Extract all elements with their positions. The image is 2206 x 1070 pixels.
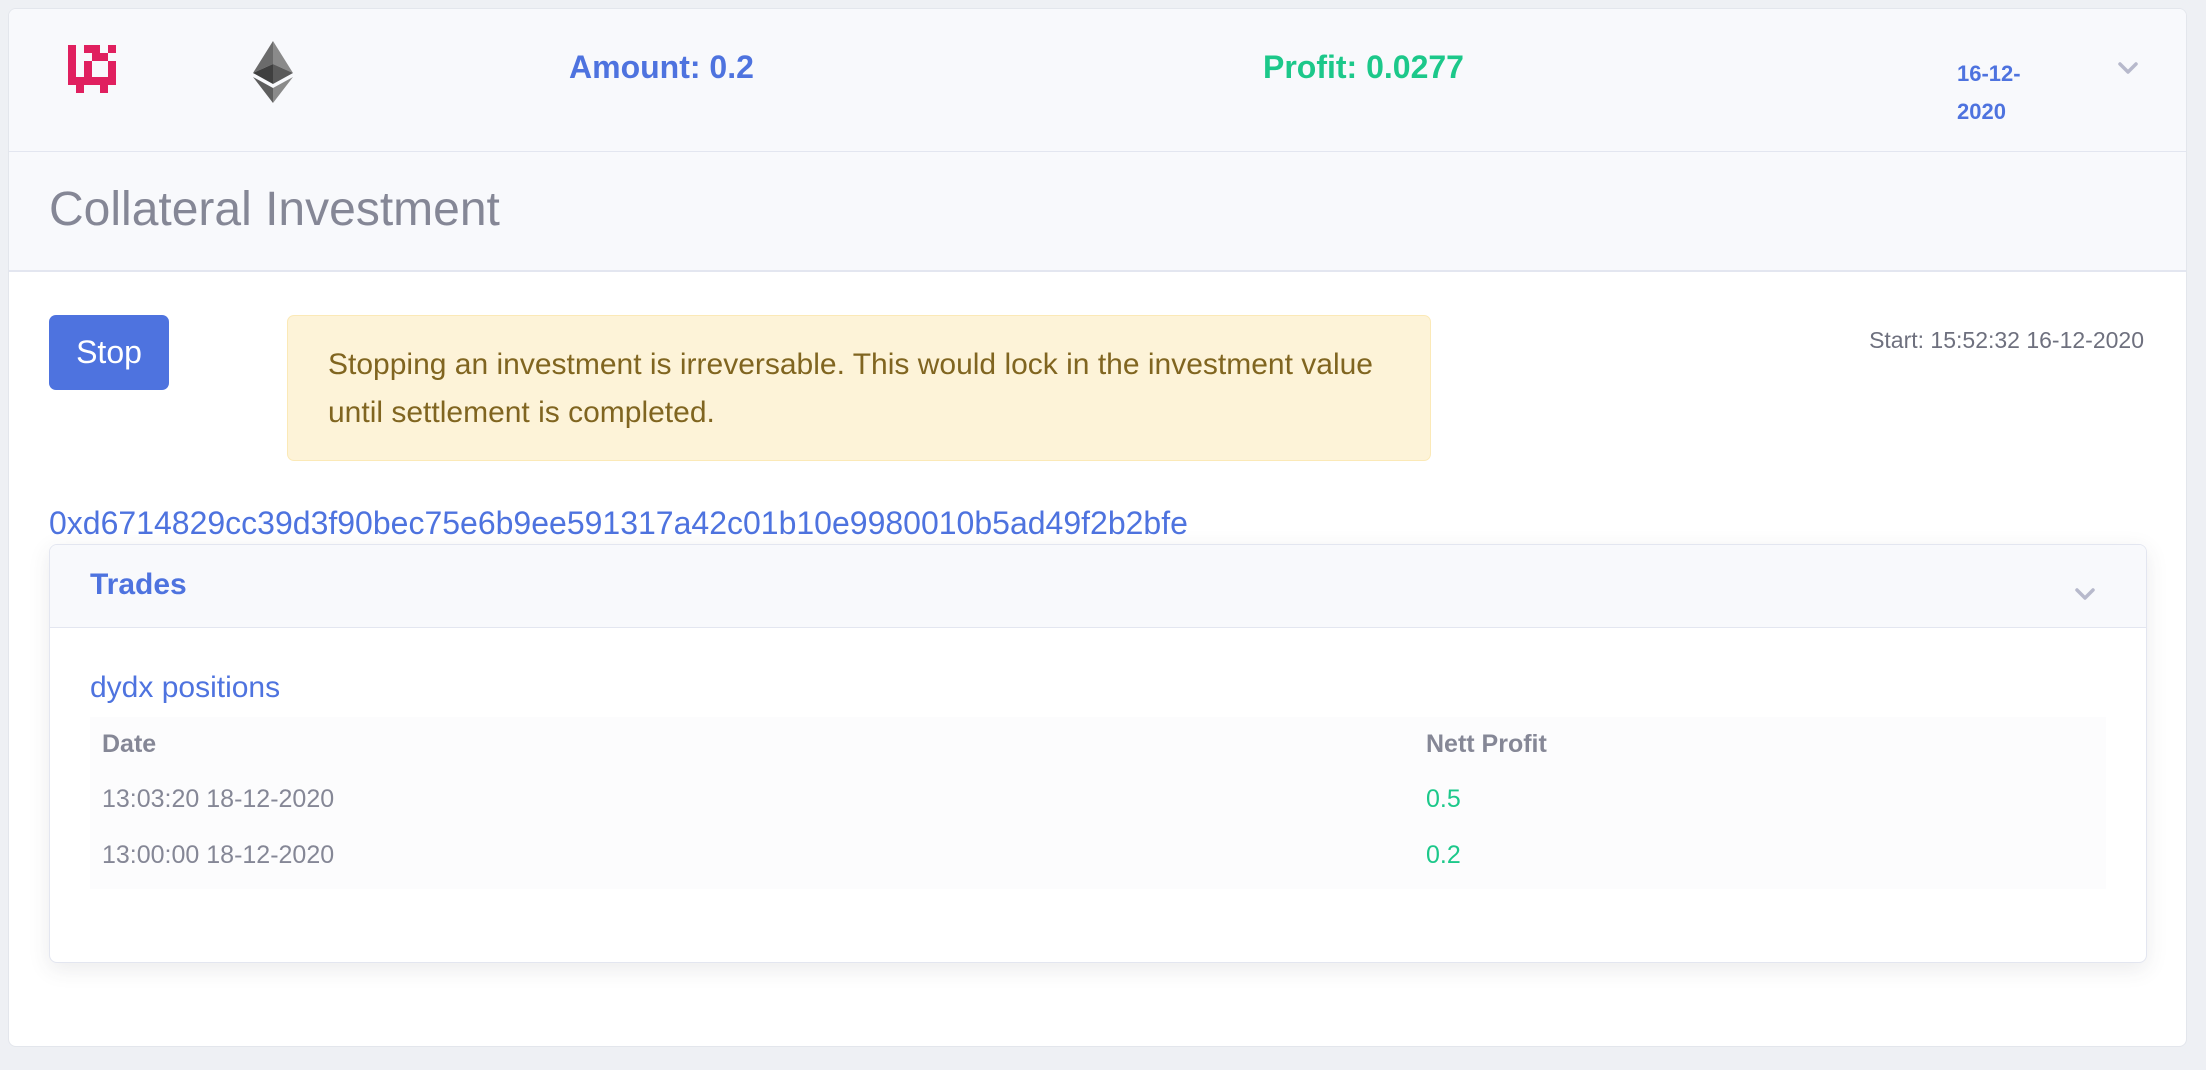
trades-header[interactable]: Trades: [50, 545, 2146, 628]
trades-title: Trades: [90, 568, 187, 601]
ethereum-icon: [247, 41, 299, 103]
row-nett-profit: 0.2: [1426, 840, 1461, 869]
trades-panel: Trades dydx positions Date Nett Profit 1…: [49, 544, 2147, 963]
investment-date-line2: 2020: [1957, 99, 2006, 124]
table-row: 13:00:00 18-12-2020 0.2: [90, 827, 2106, 883]
table-row: 13:03:20 18-12-2020 0.5: [90, 771, 2106, 827]
investment-date-line1: 16-12-: [1957, 61, 2021, 86]
section-title-bar: Collateral Investment: [9, 152, 2186, 272]
chevron-down-icon[interactable]: [2074, 583, 2096, 605]
row-date: 13:03:20 18-12-2020: [102, 784, 335, 813]
table-header-row: Date Nett Profit: [90, 717, 2106, 771]
start-time: Start: 15:52:32 16-12-2020: [1869, 327, 2144, 353]
investment-date: 16-12- 2020: [1957, 55, 2057, 131]
amount-value: Amount: 0.2: [569, 49, 754, 85]
investment-card: Amount: 0.2 Profit: 0.0277 16-12- 2020 C…: [8, 8, 2187, 1047]
investment-card-header[interactable]: Amount: 0.2 Profit: 0.0277 16-12- 2020: [9, 9, 2186, 153]
page-title: Collateral Investment: [49, 183, 500, 236]
column-header-nett-profit: Nett Profit: [1426, 729, 1547, 758]
row-nett-profit: 0.5: [1426, 784, 1461, 813]
warning-alert: Stopping an investment is irreversable. …: [287, 315, 1431, 461]
profit-value: Profit: 0.0277: [1263, 49, 1464, 85]
transaction-hash-link[interactable]: 0xd6714829cc39d3f90bec75e6b9ee591317a42c…: [49, 505, 1188, 542]
chevron-down-icon[interactable]: [2117, 57, 2139, 79]
column-header-date: Date: [102, 729, 157, 758]
positions-table: Date Nett Profit 13:03:20 18-12-2020 0.5…: [90, 717, 2106, 889]
pixel-logo-icon: [68, 44, 116, 94]
row-date: 13:00:00 18-12-2020: [102, 840, 335, 869]
dydx-positions-link[interactable]: dydx positions: [90, 671, 280, 705]
stop-button[interactable]: Stop: [49, 315, 169, 390]
